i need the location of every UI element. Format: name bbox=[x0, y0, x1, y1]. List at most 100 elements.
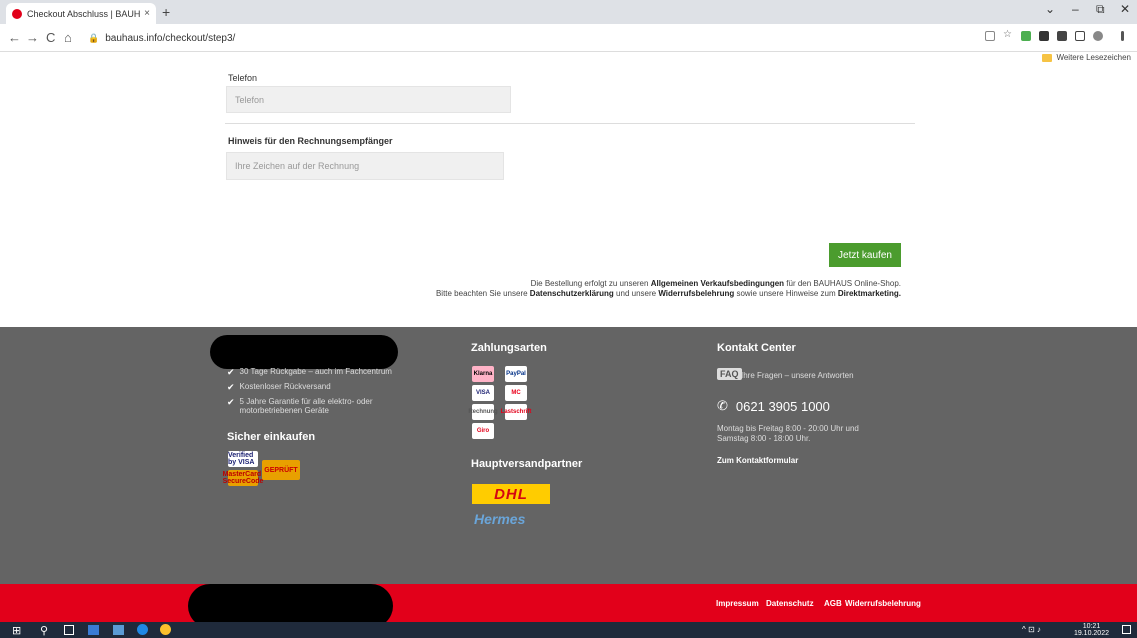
kontaktformular-link[interactable]: Zum Kontaktformular bbox=[717, 456, 798, 465]
jetzt-kaufen-button[interactable]: Jetzt kaufen bbox=[829, 243, 901, 267]
phone-icon: ✆ bbox=[717, 398, 728, 413]
faq-text[interactable]: Ihre Fragen – unsere Antworten bbox=[741, 371, 854, 380]
hinweis-input[interactable]: Ihre Zeichen auf der Rechnung bbox=[226, 152, 504, 180]
profile-icon[interactable] bbox=[1093, 31, 1103, 41]
restore-button[interactable]: ⧉ bbox=[1096, 2, 1105, 17]
menu-icon[interactable] bbox=[1121, 31, 1124, 41]
close-window-button[interactable]: ✕ bbox=[1120, 2, 1130, 16]
legal-text: Bitte beachten Sie unsere bbox=[435, 289, 530, 298]
kontakt-center-heading: Kontakt Center bbox=[717, 342, 796, 354]
tab-search-chevron-icon[interactable]: ⌄ bbox=[1045, 2, 1055, 16]
sicher-einkaufen-heading: Sicher einkaufen bbox=[227, 431, 316, 443]
footer: ✔ 30 Tage Rückgabe – auch im Fachcentrum … bbox=[0, 327, 1137, 584]
task-view-icon[interactable] bbox=[64, 625, 74, 635]
url-text[interactable]: bauhaus.info/checkout/step3/ bbox=[105, 33, 235, 44]
klarna-logo: Klarna bbox=[472, 366, 494, 382]
star-icon[interactable]: ☆ bbox=[1003, 29, 1013, 40]
clock-date: 19.10.2022 bbox=[1073, 630, 1109, 637]
faq-badge[interactable]: FAQ bbox=[717, 368, 742, 380]
lastschrift-logo: Lastschrift bbox=[501, 404, 531, 420]
clock-time: 10:21 bbox=[1082, 623, 1101, 630]
legal-line-2: Bitte beachten Sie unsere Datenschutzerk… bbox=[436, 289, 901, 298]
legal-text: sowie unsere Hinweise zum bbox=[734, 289, 838, 298]
new-tab-button[interactable]: + bbox=[162, 4, 170, 20]
share-icon[interactable] bbox=[985, 31, 995, 41]
legal-line-1: Die Bestellung erfolgt zu unseren Allgem… bbox=[531, 279, 901, 288]
browser-toolbar: ← → C ⌂ 🔒 bauhaus.info/checkout/step3/ ☆ bbox=[0, 24, 1137, 52]
bookmark-folder[interactable]: Weitere Lesezeichen bbox=[1042, 53, 1131, 62]
tab-close-icon[interactable]: × bbox=[144, 8, 150, 19]
windows-taskbar: ⊞ ⚲ ^ ⊡ ♪ 10:21 19.10.2022 bbox=[0, 622, 1137, 638]
benefit-item: ✔ Kostenloser Rückversand bbox=[227, 382, 331, 393]
giropay-logo: Giro bbox=[472, 423, 494, 439]
benefit-text: 5 Jahre Garantie für alle elektro- oder … bbox=[239, 397, 373, 415]
tab-title: Checkout Abschluss | BAUHAUS bbox=[27, 8, 141, 19]
home-button[interactable]: ⌂ bbox=[64, 30, 72, 45]
datenschutz-footer-link[interactable]: Datenschutz bbox=[766, 599, 814, 608]
lock-icon[interactable]: 🔒 bbox=[88, 33, 99, 44]
verified-by-visa-logo: Verified by VISA bbox=[228, 451, 258, 467]
hinweis-label: Hinweis für den Rechnungsempfänger bbox=[228, 136, 393, 146]
verified-by-visa-label: Verified by VISA bbox=[228, 452, 255, 466]
file-explorer-icon[interactable] bbox=[88, 625, 99, 635]
datenschutz-link[interactable]: Datenschutzerklärung bbox=[530, 289, 614, 298]
mastercard-securecode-logo: MasterCard SecureCode bbox=[223, 470, 263, 486]
hours-line-1: Montag bis Freitag 8:00 - 20:00 Uhr und bbox=[717, 424, 859, 433]
check-icon: ✔ bbox=[227, 397, 235, 407]
telefon-label: Telefon bbox=[228, 73, 258, 83]
chrome-icon[interactable] bbox=[160, 624, 171, 635]
hours-line-2: Samstag 8:00 - 18:00 Uhr. bbox=[717, 434, 811, 443]
legal-text: Die Bestellung erfolgt zu unseren bbox=[530, 279, 651, 288]
benefit-item: ✔ 5 Jahre Garantie für alle elektro- oder… bbox=[227, 397, 397, 415]
benefit-text: 30 Tage Rückgabe – auch im Fachcentrum bbox=[239, 367, 392, 376]
clock[interactable]: 10:21 19.10.2022 bbox=[1074, 623, 1109, 637]
paypal-logo: PayPal bbox=[505, 366, 527, 382]
search-icon[interactable]: ⚲ bbox=[40, 624, 48, 637]
windows-start-icon[interactable]: ⊞ bbox=[12, 624, 21, 637]
zahlungsarten-heading: Zahlungsarten bbox=[471, 342, 547, 354]
divider bbox=[225, 123, 915, 124]
hauptversandpartner-heading: Hauptversandpartner bbox=[471, 458, 583, 470]
agb-footer-link[interactable]: AGB bbox=[824, 599, 842, 608]
minimize-button[interactable]: – bbox=[1072, 2, 1079, 16]
puzzle-icon[interactable] bbox=[1039, 31, 1049, 41]
mastercard-logo: MC bbox=[505, 385, 527, 401]
phone-number[interactable]: ✆ 0621 3905 1000 bbox=[717, 398, 830, 414]
browser-tab[interactable]: Checkout Abschluss | BAUHAUS × bbox=[6, 3, 156, 24]
mastercard-securecode-label: MasterCard SecureCode bbox=[222, 471, 264, 485]
agb-link[interactable]: Allgemeinen Verkaufsbedingungen bbox=[651, 279, 784, 288]
direktmarketing-link[interactable]: Direktmarketing. bbox=[838, 289, 901, 298]
telefon-input[interactable]: Telefon bbox=[226, 86, 511, 113]
reload-button[interactable]: C bbox=[46, 30, 55, 45]
browser-tab-bar: Checkout Abschluss | BAUHAUS × + ⌄ – ⧉ ✕ bbox=[0, 0, 1137, 24]
gepruefter-shop-seal: GEPRÜFT bbox=[262, 460, 300, 480]
download-icon[interactable] bbox=[1057, 31, 1067, 41]
notification-icon[interactable] bbox=[1122, 625, 1131, 634]
impressum-link[interactable]: Impressum bbox=[716, 599, 759, 608]
widerrufsbelehrung-footer-link[interactable]: Widerrufsbelehrung bbox=[845, 599, 921, 608]
system-tray-icons[interactable]: ^ ⊡ ♪ bbox=[1022, 625, 1041, 634]
visa-logo: VISA bbox=[472, 385, 494, 401]
dhl-logo: DHL bbox=[472, 484, 550, 504]
edge-icon[interactable] bbox=[137, 624, 148, 635]
legal-text: und unsere bbox=[613, 289, 659, 298]
phone-text[interactable]: 0621 3905 1000 bbox=[736, 399, 830, 414]
sidepanel-icon[interactable] bbox=[1075, 31, 1085, 41]
extension-icon[interactable] bbox=[1021, 31, 1031, 41]
bookmarks-bar: Weitere Lesezeichen bbox=[0, 52, 1137, 66]
widerruf-link[interactable]: Widerrufsbelehrung bbox=[658, 289, 734, 298]
checkout-form: Telefon Telefon Hinweis für den Rechnung… bbox=[0, 66, 1137, 327]
app-icon[interactable] bbox=[113, 625, 124, 635]
folder-icon bbox=[1042, 53, 1053, 62]
redaction-mark bbox=[210, 335, 398, 369]
bauhaus-favicon-icon bbox=[12, 8, 22, 19]
forward-button[interactable]: → bbox=[26, 30, 39, 45]
bookmark-folder-label: Weitere Lesezeichen bbox=[1056, 53, 1131, 62]
benefit-item: ✔ 30 Tage Rückgabe – auch im Fachcentrum bbox=[227, 367, 392, 378]
check-icon: ✔ bbox=[227, 367, 235, 377]
rechnung-logo: Rechnung bbox=[468, 404, 498, 420]
benefit-text: Kostenloser Rückversand bbox=[239, 382, 331, 391]
back-button[interactable]: ← bbox=[8, 30, 21, 45]
check-icon: ✔ bbox=[227, 382, 235, 392]
address-bar[interactable]: 🔒 bauhaus.info/checkout/step3/ bbox=[88, 28, 968, 48]
